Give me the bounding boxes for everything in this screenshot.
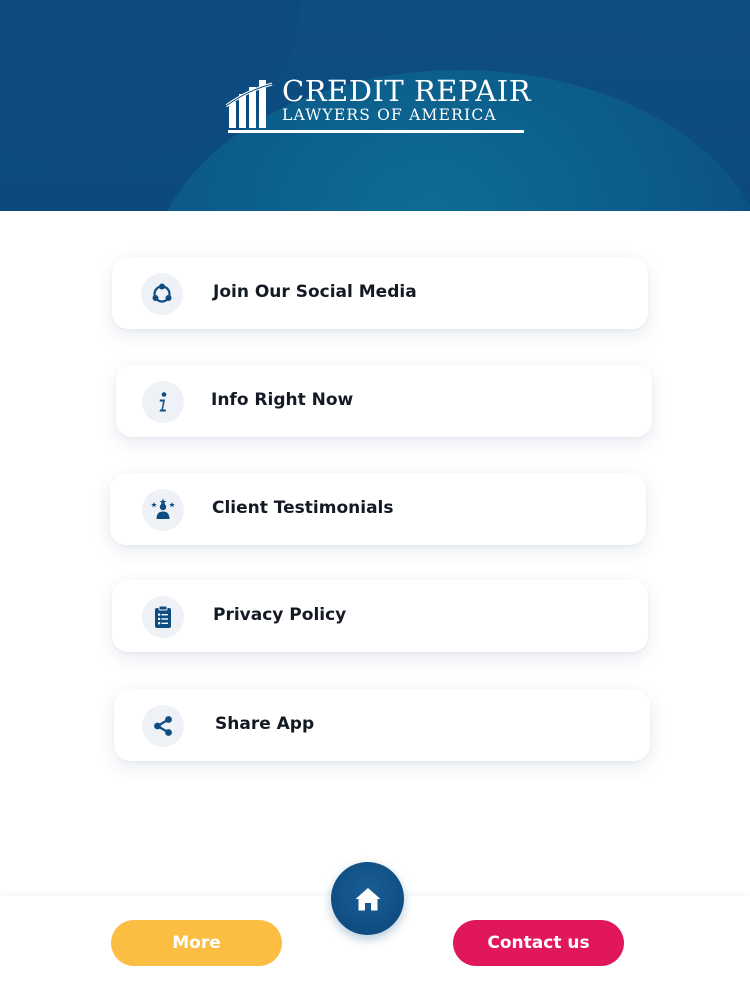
testimonial-icon [142,489,184,531]
menu-item-label: Share App [215,714,315,734]
more-button[interactable]: More [111,920,282,966]
menu-item-social-media[interactable]: Join Our Social Media [112,257,648,329]
home-button[interactable] [331,862,404,935]
logo-underline [228,130,524,133]
menu-item-info[interactable]: Info Right Now [116,365,652,437]
app-header: CREDIT REPAIR LAWYERS OF AMERICA [0,0,750,211]
menu-item-label: Info Right Now [211,390,354,410]
home-icon [355,887,380,910]
brand-logo: CREDIT REPAIR LAWYERS OF AMERICA [226,74,531,138]
logo-columns-icon [226,80,273,128]
menu-item-label: Privacy Policy [213,605,347,625]
menu-item-label: Client Testimonials [212,498,394,518]
share-icon [142,705,184,747]
menu-item-testimonials[interactable]: Client Testimonials [110,473,646,545]
menu-item-share-app[interactable]: Share App [114,689,650,761]
logo-subtitle: LAWYERS OF AMERICA [282,106,497,124]
logo-title: CREDIT REPAIR [282,74,532,108]
clipboard-icon [142,596,184,638]
contact-us-button[interactable]: Contact us [453,920,624,966]
info-icon [142,381,184,423]
social-network-icon [141,273,183,315]
menu-item-label: Join Our Social Media [213,282,417,302]
menu-item-privacy[interactable]: Privacy Policy [112,580,648,652]
